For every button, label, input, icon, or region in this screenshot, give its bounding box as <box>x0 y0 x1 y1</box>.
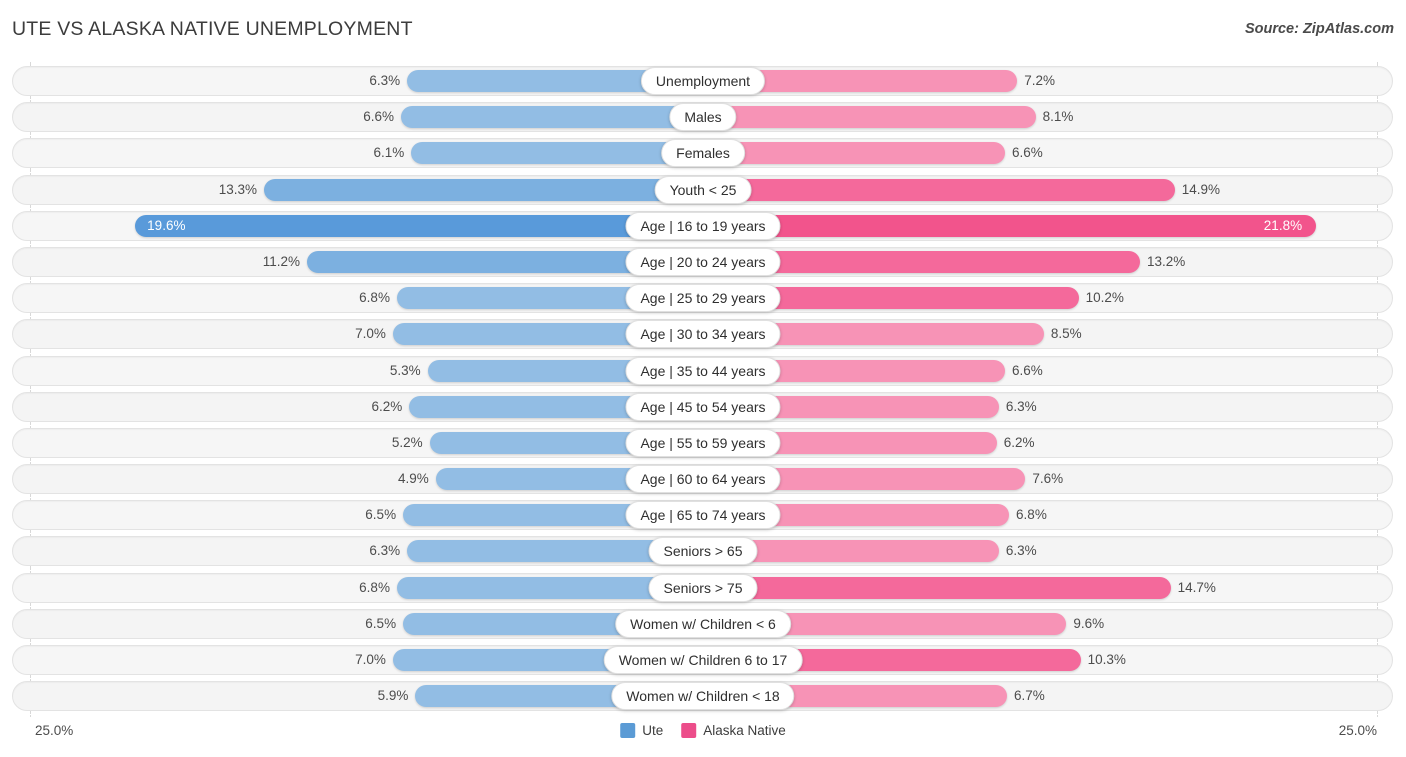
category-label-pill: Age | 60 to 64 years <box>625 465 780 493</box>
table-row[interactable]: 5.9% 6.7% Women w/ Children < 18 <box>0 679 1406 715</box>
value-label-alaska-native: 6.6% <box>1012 144 1043 162</box>
bar-ute[interactable] <box>264 179 703 201</box>
table-row[interactable]: 6.3% 6.3% Seniors > 65 <box>0 534 1406 570</box>
bar-alaska-native[interactable] <box>703 179 1175 201</box>
axis-max-left: 25.0% <box>35 723 73 738</box>
table-row[interactable]: 13.3% 14.9% Youth < 25 <box>0 173 1406 209</box>
category-label-pill: Youth < 25 <box>655 176 752 204</box>
value-label-ute: 19.6% <box>147 217 185 235</box>
table-row[interactable]: 5.2% 6.2% Age | 55 to 59 years <box>0 426 1406 462</box>
category-label-pill: Seniors > 75 <box>649 574 758 602</box>
value-label-ute: 5.3% <box>390 362 421 380</box>
table-row[interactable]: 6.8% 14.7% Seniors > 75 <box>0 571 1406 607</box>
chart-rows: 6.3%7.2%Unemployment6.6%8.1%Males6.1%6.6… <box>0 64 1406 715</box>
page-title: UTE VS ALASKA NATIVE UNEMPLOYMENT <box>12 18 413 41</box>
value-label-alaska-native: 14.9% <box>1182 181 1220 199</box>
value-label-alaska-native: 13.2% <box>1147 253 1185 271</box>
value-label-alaska-native: 6.6% <box>1012 362 1043 380</box>
value-label-alaska-native: 6.3% <box>1006 542 1037 560</box>
table-row[interactable]: 7.0% 8.5% Age | 30 to 34 years <box>0 317 1406 353</box>
table-row[interactable]: 6.8% 10.2% Age | 25 to 29 years <box>0 281 1406 317</box>
row-divider <box>12 714 1393 715</box>
value-label-ute: 6.1% <box>373 144 404 162</box>
value-label-alaska-native: 7.2% <box>1024 72 1055 90</box>
legend-item[interactable]: Ute <box>620 723 663 738</box>
value-label-ute: 7.0% <box>355 325 386 343</box>
bar-ute[interactable] <box>401 106 703 128</box>
value-label-ute: 6.8% <box>359 579 390 597</box>
category-label-pill: Unemployment <box>641 67 765 95</box>
value-label-ute: 6.6% <box>363 108 394 126</box>
value-label-ute: 6.8% <box>359 289 390 307</box>
value-label-ute: 6.2% <box>371 398 402 416</box>
table-row[interactable]: 6.6% 8.1% Males <box>0 100 1406 136</box>
value-label-ute: 6.3% <box>369 542 400 560</box>
value-label-alaska-native: 9.6% <box>1073 615 1104 633</box>
category-label-pill: Age | 65 to 74 years <box>625 501 780 529</box>
source-attribution: Source: ZipAtlas.com <box>1245 21 1394 37</box>
table-row[interactable]: 6.1% 6.6% Females <box>0 136 1406 172</box>
axis-max-right: 25.0% <box>1339 723 1377 738</box>
value-label-ute: 4.9% <box>398 470 429 488</box>
category-label-pill: Women w/ Children < 6 <box>615 610 791 638</box>
category-label-pill: Females <box>661 139 745 167</box>
chart-legend: Ute Alaska Native <box>620 723 786 738</box>
table-row[interactable]: 5.3% 6.6% Age | 35 to 44 years <box>0 354 1406 390</box>
value-label-alaska-native: 8.1% <box>1043 108 1074 126</box>
category-label-pill: Women w/ Children 6 to 17 <box>604 646 803 674</box>
value-label-ute: 11.2% <box>263 253 300 271</box>
value-label-alaska-native: 14.7% <box>1178 579 1216 597</box>
diverging-bar-chart: 6.3%7.2%Unemployment6.6%8.1%Males6.1%6.6… <box>0 58 1406 718</box>
chart-header: UTE VS ALASKA NATIVE UNEMPLOYMENT Source… <box>0 0 1406 58</box>
legend-item[interactable]: Alaska Native <box>681 723 786 738</box>
value-label-ute: 5.2% <box>392 434 423 452</box>
chart-footer: 25.0% 25.0% Ute Alaska Native <box>0 718 1406 757</box>
value-label-ute: 6.5% <box>365 615 396 633</box>
value-label-ute: 7.0% <box>355 651 386 669</box>
table-row[interactable]: 6.2% 6.3% Age | 45 to 54 years <box>0 390 1406 426</box>
legend-label: Ute <box>642 723 663 738</box>
bar-alaska-native[interactable] <box>703 577 1171 599</box>
category-label-pill: Age | 55 to 59 years <box>625 429 780 457</box>
category-label-pill: Seniors > 65 <box>649 537 758 565</box>
value-label-alaska-native: 6.8% <box>1016 506 1047 524</box>
bar-alaska-native[interactable] <box>703 106 1036 128</box>
chart-page: UTE VS ALASKA NATIVE UNEMPLOYMENT Source… <box>0 0 1406 757</box>
value-label-alaska-native: 6.7% <box>1014 687 1045 705</box>
table-row[interactable]: 4.9% 7.6% Age | 60 to 64 years <box>0 462 1406 498</box>
category-label-pill: Age | 35 to 44 years <box>625 357 780 385</box>
legend-swatch-icon <box>620 723 635 738</box>
value-label-alaska-native: 10.2% <box>1086 289 1124 307</box>
value-label-ute: 13.3% <box>219 181 257 199</box>
category-label-pill: Age | 20 to 24 years <box>625 248 780 276</box>
category-label-pill: Age | 25 to 29 years <box>625 284 780 312</box>
table-row[interactable]: 6.3% 7.2% Unemployment <box>0 64 1406 100</box>
value-label-alaska-native: 8.5% <box>1051 325 1082 343</box>
table-row[interactable]: 7.0% 10.3% Women w/ Children 6 to 17 <box>0 643 1406 679</box>
legend-swatch-icon <box>681 723 696 738</box>
value-label-alaska-native: 6.3% <box>1006 398 1037 416</box>
value-label-alaska-native: 7.6% <box>1032 470 1063 488</box>
category-label-pill: Males <box>669 103 736 131</box>
value-label-alaska-native: 10.3% <box>1088 651 1126 669</box>
category-label-pill: Women w/ Children < 18 <box>611 682 794 710</box>
value-label-alaska-native: 6.2% <box>1004 434 1035 452</box>
table-row[interactable]: 11.2% 13.2% Age | 20 to 24 years <box>0 245 1406 281</box>
value-label-alaska-native: 21.8% <box>1264 217 1302 235</box>
value-label-ute: 6.3% <box>369 72 400 90</box>
bar-ute[interactable] <box>135 215 703 237</box>
category-label-pill: Age | 45 to 54 years <box>625 393 780 421</box>
bar-ute[interactable] <box>411 142 703 164</box>
legend-label: Alaska Native <box>703 723 786 738</box>
bar-alaska-native[interactable] <box>703 215 1316 237</box>
value-label-ute: 6.5% <box>365 506 396 524</box>
category-label-pill: Age | 30 to 34 years <box>625 320 780 348</box>
bar-alaska-native[interactable] <box>703 142 1005 164</box>
table-row[interactable]: 6.5% 6.8% Age | 65 to 74 years <box>0 498 1406 534</box>
table-row[interactable]: 6.5% 9.6% Women w/ Children < 6 <box>0 607 1406 643</box>
value-label-ute: 5.9% <box>378 687 409 705</box>
table-row[interactable]: 19.6% 21.8% Age | 16 to 19 years <box>0 209 1406 245</box>
category-label-pill: Age | 16 to 19 years <box>625 212 780 240</box>
